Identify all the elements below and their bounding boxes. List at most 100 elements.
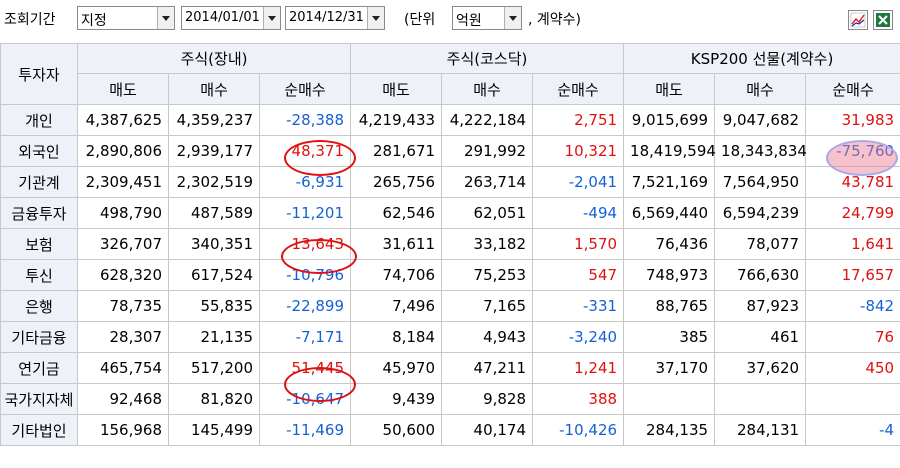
sell-cell: 45,970 [350, 352, 443, 384]
net-buy-cell: -6,931 [258, 166, 352, 198]
column-header: 순매수 [805, 73, 900, 105]
buy-cell: 2,939,177 [168, 135, 260, 167]
period-mode-select[interactable]: 지정 [77, 6, 175, 30]
start-date-value: 2014/01/01 [185, 10, 260, 25]
buy-cell: 9,047,682 [714, 104, 807, 136]
group-header: KSP200 선물(계약수) [623, 43, 900, 74]
net-buy-cell: 10,321 [532, 135, 625, 167]
investor-name: 기관계 [0, 166, 78, 198]
sell-cell: 385 [623, 321, 716, 353]
buy-cell: 18,343,834 [714, 135, 807, 167]
chevron-down-icon[interactable] [157, 7, 174, 29]
sell-cell: 74,706 [350, 259, 443, 291]
table-row[interactable]: 투신 628,320 617,524 -10,796 74,706 75,253 547 74… [0, 259, 900, 291]
investor-name: 금융투자 [0, 197, 78, 229]
sell-cell: 50,600 [350, 414, 443, 446]
buy-cell: 2,302,519 [168, 166, 260, 198]
column-header: 매수 [714, 73, 807, 105]
buy-cell: 37,620 [714, 352, 807, 384]
net-buy-cell: -10,796 [258, 259, 352, 291]
net-buy-cell: -10,426 [532, 414, 625, 446]
end-date-picker[interactable]: 2014/12/31 [285, 6, 385, 30]
table-row[interactable]: 개인 4,387,625 4,359,237 -28,388 4,219,433 4,22… [0, 104, 900, 136]
investor-name: 보험 [0, 228, 78, 260]
net-buy-cell: 24,799 [805, 197, 900, 229]
chart-icon[interactable] [848, 10, 868, 30]
net-buy-cell: 388 [532, 383, 625, 415]
column-header: 매도 [623, 73, 716, 105]
net-buy-cell: 450 [805, 352, 900, 384]
sell-cell: 37,170 [623, 352, 716, 384]
buy-cell: 4,359,237 [168, 104, 260, 136]
buy-cell: 75,253 [441, 259, 534, 291]
net-buy-cell: -2,041 [532, 166, 625, 198]
net-buy-cell: 17,657 [805, 259, 900, 291]
buy-cell: 4,222,184 [441, 104, 534, 136]
net-buy-cell: -22,899 [258, 290, 352, 322]
net-buy-cell: -842 [805, 290, 900, 322]
sell-cell: 6,569,440 [623, 197, 716, 229]
buy-cell: 7,165 [441, 290, 534, 322]
sell-cell: 156,968 [77, 414, 169, 446]
column-header: 매수 [441, 73, 534, 105]
net-buy-cell: 76 [805, 321, 900, 353]
net-buy-cell: 31,983 [805, 104, 900, 136]
sell-cell: 9,439 [350, 383, 443, 415]
sell-cell: 265,756 [350, 166, 443, 198]
chevron-down-icon[interactable] [263, 7, 280, 29]
sell-cell: 498,790 [77, 197, 169, 229]
period-mode-value: 지정 [81, 13, 107, 29]
excel-icon[interactable] [873, 10, 893, 30]
buy-cell: 21,135 [168, 321, 260, 353]
buy-cell: 461 [714, 321, 807, 353]
sell-cell: 9,015,699 [623, 104, 716, 136]
buy-cell: 78,077 [714, 228, 807, 260]
sell-cell: 31,611 [350, 228, 443, 260]
buy-cell: 517,200 [168, 352, 260, 384]
buy-cell: 33,182 [441, 228, 534, 260]
net-buy-cell: 43,781 [805, 166, 900, 198]
table-row[interactable]: 기타법인 156,968 145,499 -11,469 50,600 40,174 -10… [0, 414, 900, 446]
net-buy-cell: 1,570 [532, 228, 625, 260]
sell-cell: 76,436 [623, 228, 716, 260]
buy-cell: 263,714 [441, 166, 534, 198]
sell-cell: 7,521,169 [623, 166, 716, 198]
buy-cell: 40,174 [441, 414, 534, 446]
sell-cell: 7,496 [350, 290, 443, 322]
table-row[interactable]: 보험 326,707 340,351 13,643 31,611 33,182 1,570 7… [0, 228, 900, 260]
investor-header: 투자자 [0, 43, 78, 105]
buy-cell: 7,564,950 [714, 166, 807, 198]
group-header: 주식(장내) [76, 43, 352, 74]
chevron-down-icon[interactable] [367, 7, 384, 29]
table-row[interactable]: 외국인 2,890,806 2,939,177 48,371 281,671 291,99… [0, 135, 900, 167]
unit-select[interactable]: 억원 [452, 6, 522, 30]
sell-cell: 284,135 [623, 414, 716, 446]
table-row[interactable]: 국가지자체 92,468 81,820 -10,647 9,439 9,828 388 [0, 383, 900, 415]
column-header: 매도 [350, 73, 443, 105]
net-buy-cell: -11,469 [258, 414, 352, 446]
table-row[interactable]: 연기금 465,754 517,200 51,445 45,970 47,211 1,241… [0, 352, 900, 384]
sub-header-row: 매도 매수 순매수 매도 매수 순매수 매도 매수 순매수 [1, 73, 900, 105]
net-buy-cell: -28,388 [258, 104, 352, 136]
sell-cell: 748,973 [623, 259, 716, 291]
buy-cell: 487,589 [168, 197, 260, 229]
buy-cell: 87,923 [714, 290, 807, 322]
table-row[interactable]: 은행 78,735 55,835 -22,899 7,496 7,165 -331 88,76… [0, 290, 900, 322]
table-row[interactable]: 금융투자 498,790 487,589 -11,201 62,546 62,051 -49… [0, 197, 900, 229]
unit-value: 억원 [456, 13, 482, 29]
table-row[interactable]: 기타금융 28,307 21,135 -7,171 8,184 4,943 -3,240 38… [0, 321, 900, 353]
net-buy-cell: 1,641 [805, 228, 900, 260]
sell-cell: 8,184 [350, 321, 443, 353]
table-row[interactable]: 기관계 2,309,451 2,302,519 -6,931 265,756 263,71… [0, 166, 900, 198]
investor-name: 은행 [0, 290, 78, 322]
buy-cell: 145,499 [168, 414, 260, 446]
start-date-picker[interactable]: 2014/01/01 [181, 6, 281, 30]
column-header: 순매수 [258, 73, 352, 105]
chevron-down-icon[interactable] [504, 7, 521, 29]
net-buy-cell: -7,171 [258, 321, 352, 353]
sell-cell: 281,671 [350, 135, 443, 167]
toolbar: 조회기간 지정 2014/01/01 2014/12/31 (단위 억원 , 계… [0, 0, 900, 40]
sell-cell: 326,707 [77, 228, 169, 260]
sell-cell: 4,219,433 [350, 104, 443, 136]
net-buy-cell: 1,241 [532, 352, 625, 384]
